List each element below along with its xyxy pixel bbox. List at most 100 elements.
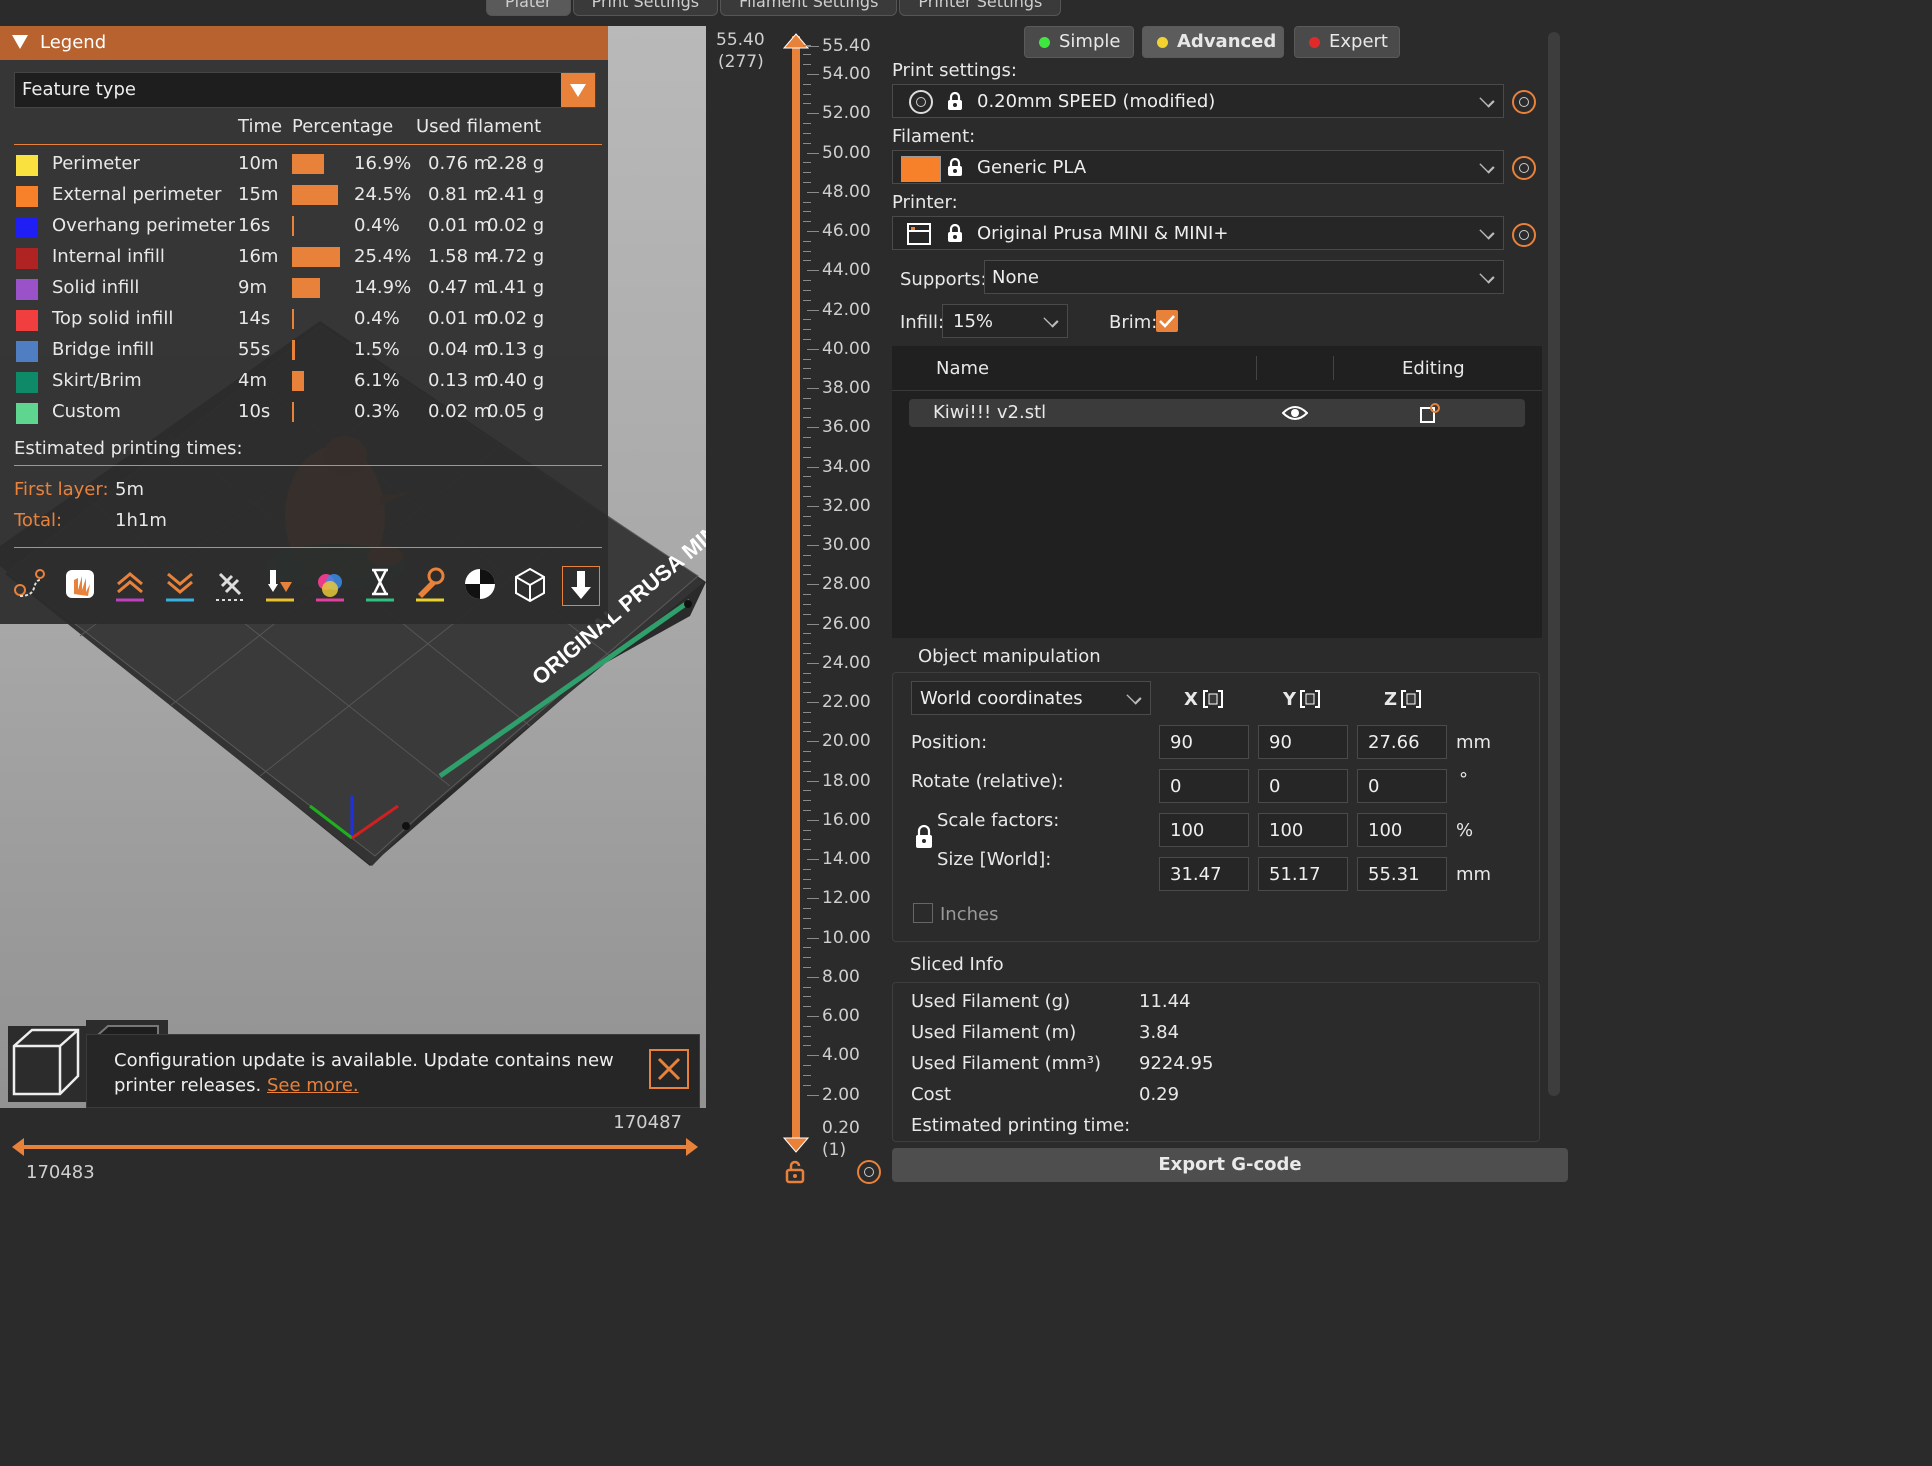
layer-settings-gear-icon[interactable] bbox=[857, 1160, 881, 1184]
print-settings-gear-icon[interactable] bbox=[1512, 90, 1536, 114]
legend-item[interactable]: Skirt/Brim 4m 6.1% 0.13 m 0.40 g bbox=[14, 367, 604, 397]
position-x-input[interactable]: 90 bbox=[1159, 725, 1249, 759]
seams-icon[interactable] bbox=[162, 566, 198, 604]
filament-combo[interactable]: Generic PLA bbox=[892, 150, 1504, 184]
legend-item-length: 0.47 m bbox=[428, 277, 492, 298]
legend-item-percentage: 1.5% bbox=[354, 339, 400, 360]
scale-x-input[interactable]: 100 bbox=[1159, 813, 1249, 847]
size-x-input[interactable]: 31.47 bbox=[1159, 857, 1249, 891]
color-changes-icon[interactable] bbox=[312, 566, 348, 604]
legend-color-swatch bbox=[16, 155, 38, 176]
retractions-icon[interactable] bbox=[62, 566, 98, 604]
legend-item-time: 10s bbox=[238, 401, 271, 422]
view-type-select[interactable]: Feature type bbox=[14, 72, 596, 108]
col-name[interactable]: Name bbox=[936, 358, 989, 379]
pause-icon[interactable] bbox=[362, 566, 398, 604]
edit-object-icon[interactable] bbox=[1419, 402, 1441, 424]
position-z-input[interactable]: 27.66 bbox=[1357, 725, 1447, 759]
brim-checkbox[interactable] bbox=[1156, 310, 1178, 332]
axis-z-drop-icon[interactable] bbox=[1400, 689, 1422, 709]
tool-marker-icon[interactable] bbox=[562, 566, 600, 606]
position-y-input[interactable]: 90 bbox=[1258, 725, 1348, 759]
axis-x-drop-icon[interactable] bbox=[1202, 689, 1224, 709]
dropdown-arrow-icon[interactable] bbox=[561, 73, 595, 107]
filament-color-swatch[interactable] bbox=[901, 156, 941, 182]
size-z-input[interactable]: 55.31 bbox=[1357, 857, 1447, 891]
print-profile-icon bbox=[909, 90, 933, 114]
lower-thumb[interactable] bbox=[782, 1134, 810, 1154]
printer-combo[interactable]: Original Prusa MINI & MINI+ bbox=[892, 216, 1504, 250]
layer-minor-tick bbox=[803, 338, 811, 340]
mode-advanced-button[interactable]: Advanced bbox=[1142, 26, 1284, 58]
unlock-icon[interactable] bbox=[784, 1160, 806, 1184]
hslider-lower-value: 170483 bbox=[26, 1162, 95, 1183]
filament-gear-icon[interactable] bbox=[1512, 156, 1536, 180]
see-more-link[interactable]: See more. bbox=[267, 1075, 359, 1096]
custom-gcode-icon[interactable] bbox=[412, 566, 448, 604]
tab-filament-settings[interactable]: Filament Settings bbox=[720, 0, 898, 16]
scale-z-input[interactable]: 100 bbox=[1357, 813, 1447, 847]
export-gcode-button[interactable]: Export G-code bbox=[892, 1148, 1568, 1182]
legend-item-percentage: 0.4% bbox=[354, 215, 400, 236]
deretractions-icon[interactable] bbox=[112, 566, 148, 604]
legend-item[interactable]: Perimeter 10m 16.9% 0.76 m 2.28 g bbox=[14, 150, 604, 180]
legend-item[interactable]: Overhang perimeter 16s 0.4% 0.01 m 0.02 g bbox=[14, 212, 604, 242]
wipes-icon[interactable] bbox=[212, 566, 248, 604]
collapse-triangle-icon[interactable] bbox=[12, 35, 28, 49]
axis-y-drop-icon[interactable] bbox=[1299, 689, 1321, 709]
mode-expert-button[interactable]: Expert bbox=[1294, 26, 1400, 58]
advanced-dot-icon bbox=[1157, 37, 1168, 48]
print-settings-combo[interactable]: 0.20mm SPEED (modified) bbox=[892, 84, 1504, 118]
shells-icon[interactable] bbox=[512, 566, 548, 604]
horizontal-move-slider[interactable]: 170487 170483 bbox=[0, 1108, 706, 1190]
tab-printer-settings[interactable]: Printer Settings bbox=[899, 0, 1062, 16]
scale-label: Scale factors: bbox=[937, 810, 1060, 831]
sidebar-scrollbar[interactable] bbox=[1548, 32, 1560, 1096]
rotate-x-input[interactable]: 0 bbox=[1159, 769, 1249, 803]
object-row[interactable]: Kiwi!!! v2.stl bbox=[909, 399, 1525, 427]
scale-lock-icon[interactable] bbox=[914, 825, 934, 849]
mode-expert-label: Expert bbox=[1329, 31, 1388, 52]
scale-y-input[interactable]: 100 bbox=[1258, 813, 1348, 847]
mode-simple-button[interactable]: Simple bbox=[1024, 26, 1134, 58]
inches-checkbox[interactable] bbox=[913, 903, 933, 923]
layer-minor-tick bbox=[803, 181, 811, 183]
tab-print-settings[interactable]: Print Settings bbox=[572, 0, 719, 16]
tool-changes-icon[interactable] bbox=[262, 566, 298, 604]
legend-item[interactable]: Bridge infill 55s 1.5% 0.04 m 0.13 g bbox=[14, 336, 604, 366]
filament-label: Filament: bbox=[892, 126, 976, 147]
layer-tick bbox=[807, 270, 819, 272]
close-button[interactable] bbox=[649, 1049, 689, 1089]
rotate-z-input[interactable]: 0 bbox=[1357, 769, 1447, 803]
rotate-y-input[interactable]: 0 bbox=[1258, 769, 1348, 803]
filament-value: Generic PLA bbox=[977, 157, 1087, 178]
center-of-gravity-icon[interactable] bbox=[462, 566, 498, 604]
layer-slider-track[interactable] bbox=[792, 36, 800, 1144]
legend-item[interactable]: Top solid infill 14s 0.4% 0.01 m 0.02 g bbox=[14, 305, 604, 335]
legend-item[interactable]: Solid infill 9m 14.9% 0.47 m 1.41 g bbox=[14, 274, 604, 304]
coord-system-combo[interactable]: World coordinates bbox=[911, 681, 1151, 715]
legend-item-time: 16s bbox=[238, 215, 271, 236]
supports-combo[interactable]: None bbox=[984, 260, 1504, 294]
lower-thumb-value: 0.20 bbox=[822, 1118, 860, 1138]
infill-combo[interactable]: 15% bbox=[942, 304, 1068, 338]
legend-item[interactable]: Internal infill 16m 25.4% 1.58 m 4.72 g bbox=[14, 243, 604, 273]
upper-thumb[interactable] bbox=[782, 32, 810, 52]
col-editing[interactable]: Editing bbox=[1402, 358, 1465, 379]
layer-minor-tick bbox=[803, 44, 811, 46]
cost-value: 0.29 bbox=[1139, 1084, 1180, 1105]
layer-slider[interactable]: 55.40 (277) 55.40 54.00 52.00 50.00 48.00 46.… bbox=[706, 26, 884, 1190]
legend-item-time: 15m bbox=[238, 184, 279, 205]
hslider-track[interactable] bbox=[10, 1134, 700, 1160]
size-y-input[interactable]: 51.17 bbox=[1258, 857, 1348, 891]
legend-item[interactable]: External perimeter 15m 24.5% 0.81 m 2.41 g bbox=[14, 181, 604, 211]
tab-plater[interactable]: Plater bbox=[486, 0, 571, 16]
legend-header[interactable]: Legend bbox=[0, 26, 608, 60]
eye-icon[interactable] bbox=[1282, 403, 1308, 423]
view-3d-button[interactable] bbox=[8, 1026, 86, 1102]
printer-gear-icon[interactable] bbox=[1512, 223, 1536, 247]
layer-minor-tick bbox=[803, 1084, 811, 1086]
travel-icon[interactable] bbox=[12, 566, 48, 604]
layer-minor-tick bbox=[803, 358, 811, 360]
legend-item[interactable]: Custom 10s 0.3% 0.02 m 0.05 g bbox=[14, 398, 604, 428]
